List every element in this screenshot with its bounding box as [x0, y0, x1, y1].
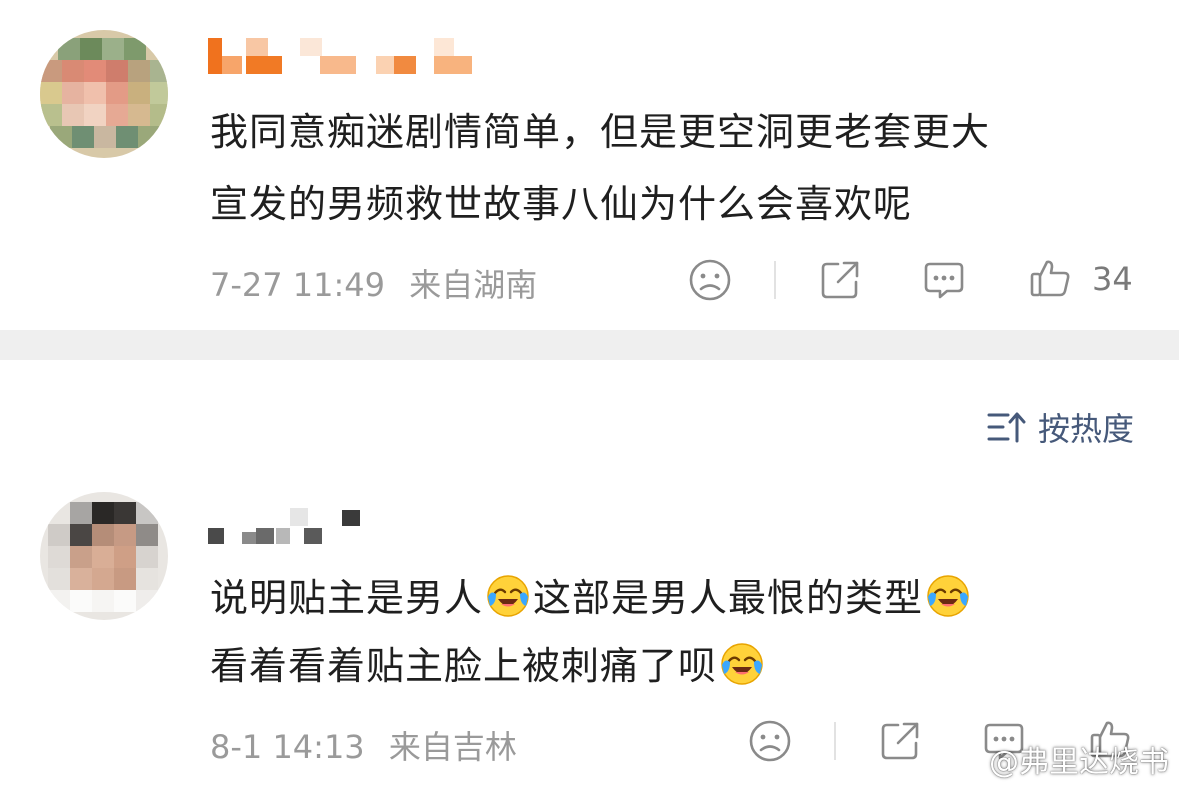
comment-item: 说明贴主是男人 这部是男人最恨的类型 看着看着贴主脸上被刺痛了呗 8-1 14:… [0, 0, 1179, 766]
laugh-cry-emoji-icon [487, 575, 529, 617]
comment-text-line: 看着看着贴主脸上被刺痛了呗 [210, 634, 973, 698]
share-icon[interactable] [878, 719, 922, 763]
sort-label: 按热度 [1037, 410, 1134, 448]
sad-face-icon[interactable] [748, 719, 792, 763]
section-separator [0, 330, 1179, 360]
comment-location: 来自吉林 [388, 728, 517, 766]
comment-text-segment: 这部是男人最恨的类型 [533, 576, 924, 620]
comment-text-line: 说明贴主是男人 这部是男人最恨的类型 [210, 566, 973, 630]
watermark: @弗里达烧书 [947, 737, 1169, 781]
laugh-cry-emoji-icon [927, 575, 969, 617]
comment-text: 说明贴主是男人 这部是男人最恨的类型 看着看着贴主脸上被刺痛了呗 [210, 566, 973, 698]
comment-text-segment: 看着看着贴主脸上被刺痛了呗 [210, 644, 718, 688]
avatar[interactable] [40, 492, 168, 620]
action-divider [834, 722, 836, 760]
username-blurred[interactable] [208, 508, 368, 548]
watermark-text: @弗里达烧书 [989, 745, 1169, 780]
laugh-cry-emoji-icon [721, 643, 763, 685]
comment-text-segment: 说明贴主是男人 [210, 576, 484, 620]
sort-icon [987, 412, 1026, 443]
sort-by-hot-button[interactable]: 按热度 [986, 402, 1134, 452]
comment-meta: 8-1 14:13 来自吉林 [210, 722, 517, 768]
comment-time: 8-1 14:13 [210, 728, 365, 766]
weibo-logo-icon [947, 746, 982, 774]
